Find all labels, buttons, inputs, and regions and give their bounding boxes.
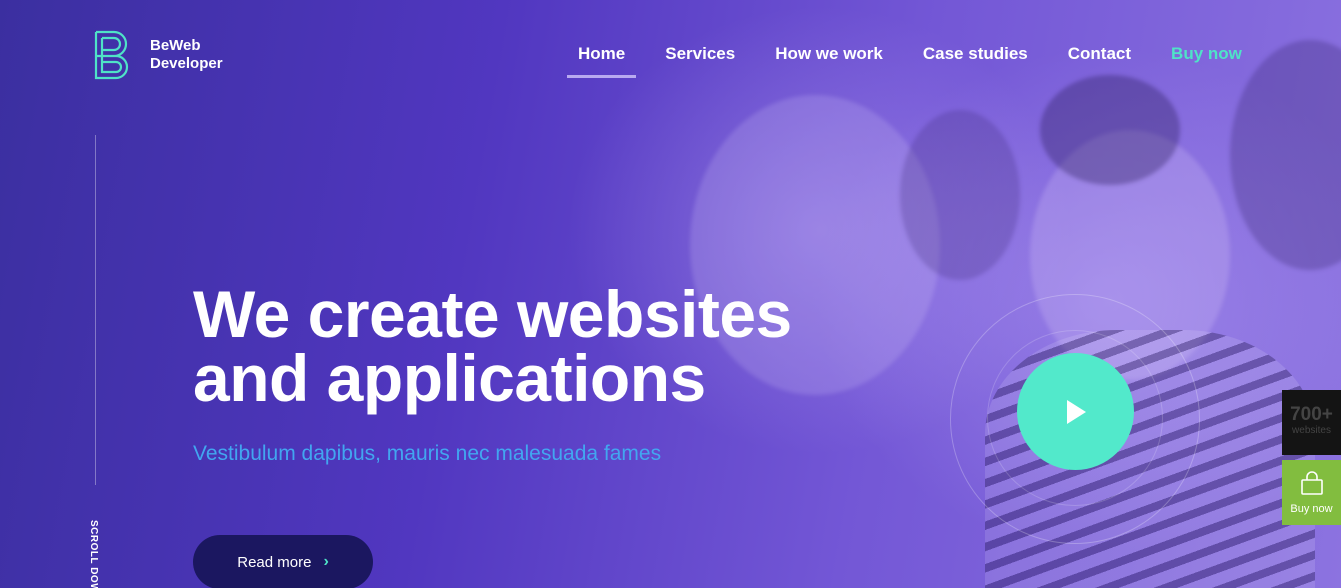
read-more-button[interactable]: Read more › — [193, 535, 373, 588]
websites-count-widget[interactable]: 700+ websites — [1282, 390, 1341, 455]
brand-name: BeWeb Developer — [150, 37, 223, 73]
hero-headline-line1: We create websites — [193, 277, 792, 351]
background-photo-person — [1230, 40, 1341, 270]
shopping-bag-icon — [1300, 471, 1323, 495]
chevron-right-icon: › — [323, 553, 329, 570]
nav-buy-now[interactable]: Buy now — [1171, 44, 1242, 78]
nav-services[interactable]: Services — [665, 44, 735, 78]
play-icon — [1066, 399, 1086, 424]
play-video-button[interactable] — [1017, 353, 1134, 470]
nav-how-we-work[interactable]: How we work — [775, 44, 883, 78]
scroll-indicator-line — [95, 135, 96, 485]
b-logo-icon — [94, 30, 129, 80]
hero-section: BeWeb Developer Home Services How we wor… — [0, 0, 1341, 588]
brand-name-line1: BeWeb — [150, 37, 201, 54]
scroll-down-label[interactable]: SCROLL DOWN — [88, 520, 99, 588]
hero-headline-line2: and applications — [193, 341, 706, 415]
hero-subtitle: Vestibulum dapibus, mauris nec malesuada… — [193, 442, 662, 465]
nav-case-studies[interactable]: Case studies — [923, 44, 1028, 78]
read-more-label: Read more — [237, 553, 312, 571]
side-buy-now-label: Buy now — [1290, 503, 1333, 515]
nav-contact[interactable]: Contact — [1068, 44, 1131, 78]
websites-count-value: 700+ — [1290, 404, 1333, 425]
websites-count-label: websites — [1292, 425, 1331, 436]
side-buy-now-button[interactable]: Buy now — [1282, 460, 1341, 525]
hero-headline: We create websites and applications — [193, 277, 792, 415]
nav-home[interactable]: Home — [567, 44, 637, 78]
background-photo-person — [900, 110, 1020, 280]
main-nav: Home Services How we work Case studies C… — [567, 44, 1242, 78]
brand-name-line2: Developer — [150, 55, 223, 72]
brand-logo[interactable]: BeWeb Developer — [94, 30, 223, 80]
background-photo-hair — [1040, 75, 1180, 185]
